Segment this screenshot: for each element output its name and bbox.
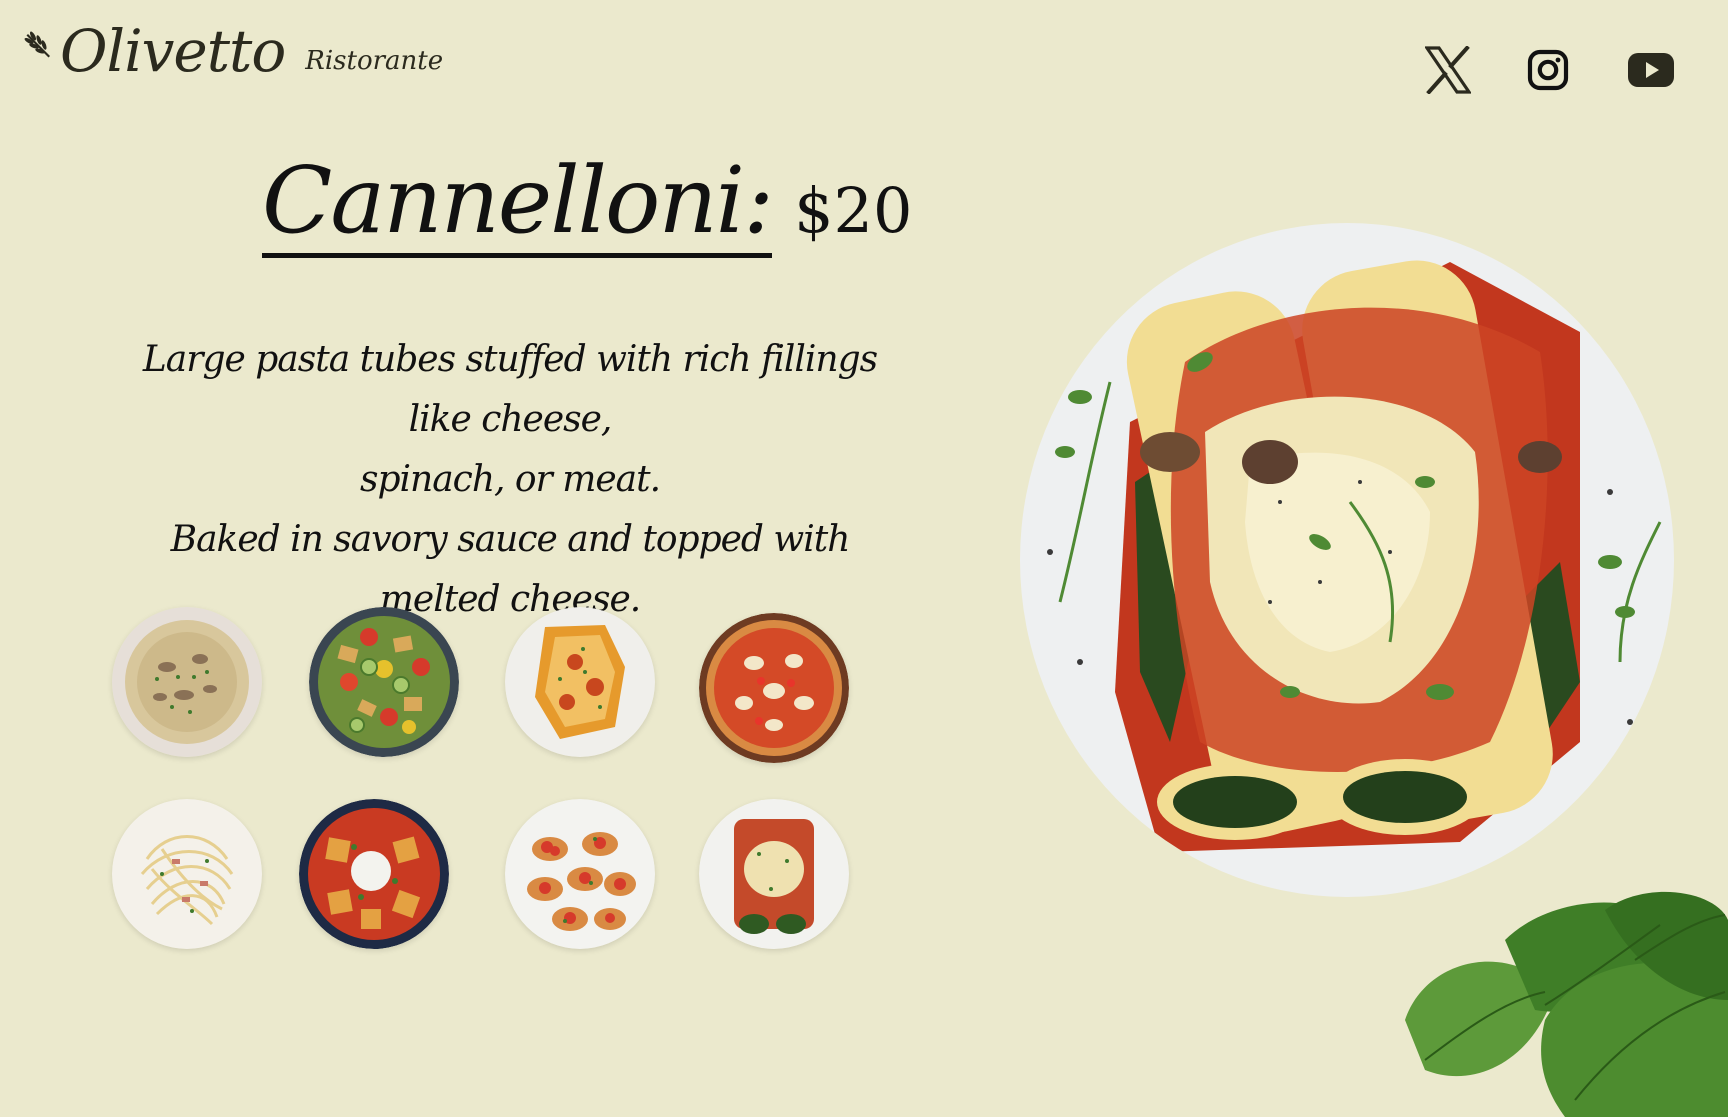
thumbnail-bruschetta[interactable] bbox=[505, 799, 655, 949]
youtube-link[interactable] bbox=[1625, 44, 1677, 96]
featured-dish-image bbox=[1020, 222, 1675, 897]
thumbnail-baked-pasta[interactable] bbox=[505, 607, 655, 757]
dish-price: $20 bbox=[794, 174, 913, 247]
thumbnail-cannelloni[interactable] bbox=[699, 799, 849, 949]
thumbnail-mushroom-risotto[interactable] bbox=[112, 607, 262, 757]
baked-pasta-image bbox=[505, 607, 655, 757]
olive-branch-icon bbox=[24, 31, 50, 58]
description-line: spinach, or meat. bbox=[359, 459, 661, 500]
dish-name: Cannelloni: bbox=[262, 150, 774, 259]
description-line: Baked in savory sauce and topped with me… bbox=[170, 519, 851, 620]
x-icon bbox=[1425, 46, 1471, 94]
thumbnail-margherita-pizza[interactable] bbox=[699, 613, 849, 763]
dish-description: Large pasta tubes stuffed with rich fill… bbox=[110, 330, 910, 630]
bruschetta-image bbox=[505, 799, 655, 949]
instagram-icon bbox=[1527, 49, 1569, 91]
x-link[interactable] bbox=[1422, 44, 1474, 96]
spinach-leaves-image bbox=[1405, 891, 1728, 1117]
dish-title: Cannelloni: $20 bbox=[262, 150, 913, 259]
spinach-leaves-decoration bbox=[1395, 880, 1728, 1117]
risotto-image bbox=[112, 607, 262, 757]
ravioli-image bbox=[299, 799, 449, 949]
thumbnail-panzanella-salad[interactable] bbox=[309, 607, 459, 757]
thumbnail-ravioli-burrata[interactable] bbox=[299, 799, 449, 949]
pizza-image bbox=[699, 613, 849, 763]
salad-image bbox=[309, 607, 459, 757]
cannelloni-thumb-image bbox=[699, 799, 849, 949]
restaurant-logo[interactable]: Olivetto Ristorante bbox=[24, 22, 443, 80]
instagram-link[interactable] bbox=[1522, 44, 1574, 96]
cannelloni-plate-image bbox=[1020, 223, 1674, 897]
thumbnail-carbonara[interactable] bbox=[112, 799, 262, 949]
brand-subtitle: Ristorante bbox=[305, 46, 444, 76]
carbonara-image bbox=[112, 799, 262, 949]
description-line: Large pasta tubes stuffed with rich fill… bbox=[142, 339, 878, 440]
brand-name: Olivetto bbox=[60, 17, 286, 85]
youtube-icon bbox=[1628, 53, 1674, 87]
